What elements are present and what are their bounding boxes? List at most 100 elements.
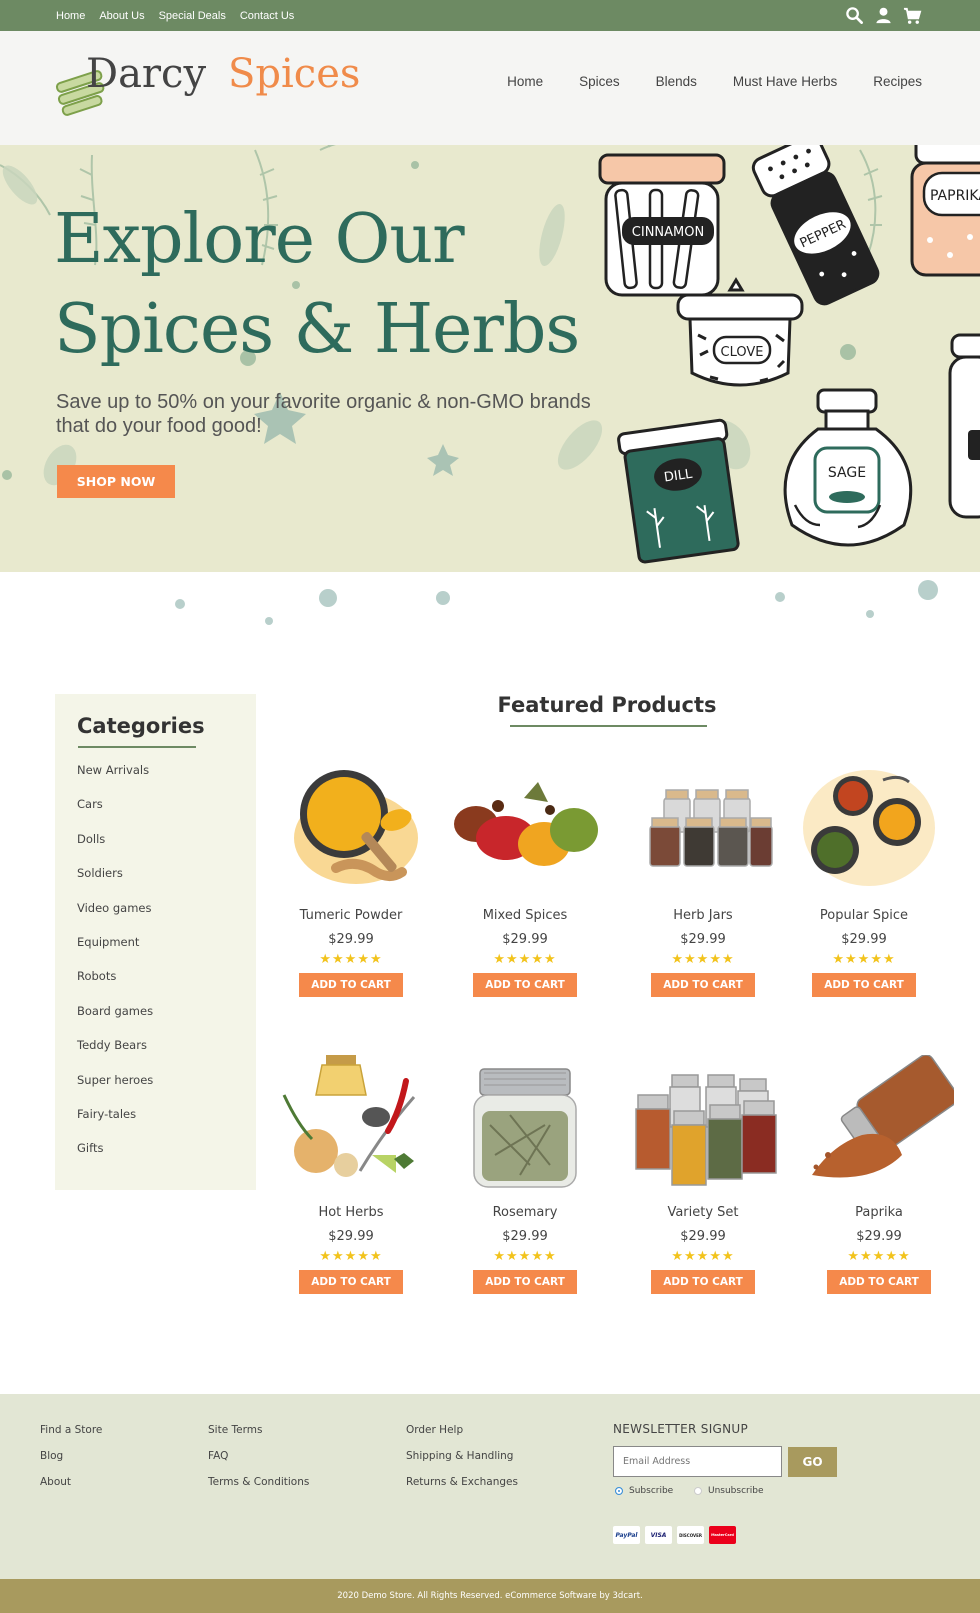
discover-icon: DISCOVER [677, 1526, 704, 1544]
nav-blends[interactable]: Blends [656, 74, 697, 89]
product-name[interactable]: Popular Spice [779, 908, 949, 923]
categories-list: New Arrivals Cars Dolls Soldiers Video g… [77, 763, 153, 1176]
product-name[interactable]: Rosemary [440, 1205, 610, 1220]
product-name[interactable]: Herb Jars [618, 908, 788, 923]
top-utility-bar: Home About Us Special Deals Contact Us [0, 0, 980, 31]
logo-word-spices: Spices [228, 51, 361, 97]
product-image-hot-herbs[interactable] [276, 1055, 426, 1190]
star-rating: ★★★★★ [493, 952, 557, 967]
footer-link-terms-conditions[interactable]: Terms & Conditions [208, 1476, 309, 1502]
add-to-cart-button[interactable]: ADD TO CART [827, 1270, 931, 1294]
nav-must-have-herbs[interactable]: Must Have Herbs [733, 74, 837, 89]
product-image-rosemary[interactable] [450, 1055, 600, 1190]
cinnamon-jar-illustration: CINNAMON [598, 153, 726, 297]
hero-subtitle: Save up to 50% on your favorite organic … [56, 391, 591, 437]
shop-now-button[interactable]: SHOP NOW [57, 465, 175, 498]
paypal-icon: PayPal [613, 1526, 640, 1544]
product-name[interactable]: Variety Set [618, 1205, 788, 1220]
hero-title-line-1: Explore Our [54, 200, 465, 279]
product-price: $29.99 [841, 932, 887, 947]
top-link-special-deals[interactable]: Special Deals [159, 10, 226, 22]
star-rating: ★★★★★ [832, 952, 896, 967]
nav-recipes[interactable]: Recipes [873, 74, 922, 89]
star-rating: ★★★★★ [319, 952, 383, 967]
category-cars[interactable]: Cars [77, 797, 153, 831]
paprika-jar-illustration: PAPRIKA [910, 145, 980, 277]
footer-column-3: Order Help Shipping & Handling Returns &… [406, 1424, 518, 1502]
category-fairy-tales[interactable]: Fairy-tales [77, 1107, 153, 1141]
svg-text:CLOVE: CLOVE [721, 345, 764, 360]
category-gifts[interactable]: Gifts [77, 1141, 153, 1175]
category-soldiers[interactable]: Soldiers [77, 866, 153, 900]
product-image-paprika[interactable] [804, 1055, 954, 1190]
footer-link-site-terms[interactable]: Site Terms [208, 1424, 309, 1450]
email-field[interactable] [613, 1446, 782, 1477]
footer-link-order-help[interactable]: Order Help [406, 1424, 518, 1450]
product-image-herb-jars[interactable] [628, 758, 778, 893]
product-price: $29.99 [328, 1229, 374, 1244]
top-link-home[interactable]: Home [56, 10, 85, 22]
category-super-heroes[interactable]: Super heroes [77, 1073, 153, 1107]
pepper-shaker-illustration: PEPPER [751, 145, 880, 306]
footer-column-2: Site Terms FAQ Terms & Conditions [208, 1424, 309, 1502]
svg-text:CINNAMON: CINNAMON [632, 225, 704, 240]
product-price: $29.99 [502, 932, 548, 947]
category-robots[interactable]: Robots [77, 969, 153, 1003]
product-card: Herb Jars $29.99 ★★★★★ ADD TO CART [618, 758, 788, 997]
add-to-cart-button[interactable]: ADD TO CART [473, 973, 577, 997]
star-rating: ★★★★★ [847, 1249, 911, 1264]
radio-selected-icon [615, 1487, 623, 1495]
top-link-contact-us[interactable]: Contact Us [240, 10, 294, 22]
category-board-games[interactable]: Board games [77, 1004, 153, 1038]
category-video-games[interactable]: Video games [77, 901, 153, 935]
categories-panel: Categories New Arrivals Cars Dolls Soldi… [55, 694, 256, 1190]
subscribe-radio[interactable]: Subscribe [615, 1486, 673, 1496]
add-to-cart-button[interactable]: ADD TO CART [651, 973, 755, 997]
svg-text:PAPRIKA: PAPRIKA [930, 188, 980, 204]
featured-products-underline [510, 725, 707, 727]
product-price: $29.99 [502, 1229, 548, 1244]
category-equipment[interactable]: Equipment [77, 935, 153, 969]
star-rating: ★★★★★ [319, 1249, 383, 1264]
nav-home[interactable]: Home [507, 74, 543, 89]
cart-icon[interactable] [903, 6, 922, 25]
product-image-variety-set[interactable] [628, 1055, 778, 1190]
star-rating: ★★★★★ [671, 1249, 735, 1264]
category-dolls[interactable]: Dolls [77, 832, 153, 866]
add-to-cart-button[interactable]: ADD TO CART [812, 973, 916, 997]
footer-link-faq[interactable]: FAQ [208, 1450, 309, 1476]
logo[interactable]: Darcy Spices [52, 49, 382, 134]
product-image-popular-spice[interactable] [789, 758, 939, 893]
top-link-about-us[interactable]: About Us [99, 10, 144, 22]
search-icon[interactable] [845, 6, 864, 25]
site-header: Darcy Spices Home Spices Blends Must Hav… [0, 31, 980, 145]
svg-text:SAGE: SAGE [828, 465, 866, 481]
product-price: $29.99 [856, 1229, 902, 1244]
category-new-arrivals[interactable]: New Arrivals [77, 763, 153, 797]
footer-column-1: Find a Store Blog About [40, 1424, 102, 1502]
product-image-mixed-spices[interactable] [450, 758, 600, 893]
footer-link-blog[interactable]: Blog [40, 1450, 102, 1476]
product-name[interactable]: Tumeric Powder [266, 908, 436, 923]
product-name[interactable]: Hot Herbs [266, 1205, 436, 1220]
add-to-cart-button[interactable]: ADD TO CART [473, 1270, 577, 1294]
product-name[interactable]: Mixed Spices [440, 908, 610, 923]
top-icons [845, 6, 922, 25]
product-name[interactable]: Paprika [794, 1205, 964, 1220]
unsubscribe-radio[interactable]: Unsubscribe [694, 1486, 764, 1496]
product-image-tumeric[interactable] [276, 758, 426, 893]
add-to-cart-button[interactable]: ADD TO CART [651, 1270, 755, 1294]
category-teddy-bears[interactable]: Teddy Bears [77, 1038, 153, 1072]
star-rating: ★★★★★ [671, 952, 735, 967]
footer-link-shipping-handling[interactable]: Shipping & Handling [406, 1450, 518, 1476]
product-card: Variety Set $29.99 ★★★★★ ADD TO CART [618, 1055, 788, 1294]
featured-products-title: Featured Products [497, 693, 717, 717]
footer-link-about[interactable]: About [40, 1476, 102, 1502]
nav-spices[interactable]: Spices [579, 74, 620, 89]
footer-link-find-a-store[interactable]: Find a Store [40, 1424, 102, 1450]
go-button[interactable]: GO [788, 1447, 837, 1477]
add-to-cart-button[interactable]: ADD TO CART [299, 1270, 403, 1294]
footer-link-returns-exchanges[interactable]: Returns & Exchanges [406, 1476, 518, 1502]
user-icon[interactable] [874, 6, 893, 25]
add-to-cart-button[interactable]: ADD TO CART [299, 973, 403, 997]
